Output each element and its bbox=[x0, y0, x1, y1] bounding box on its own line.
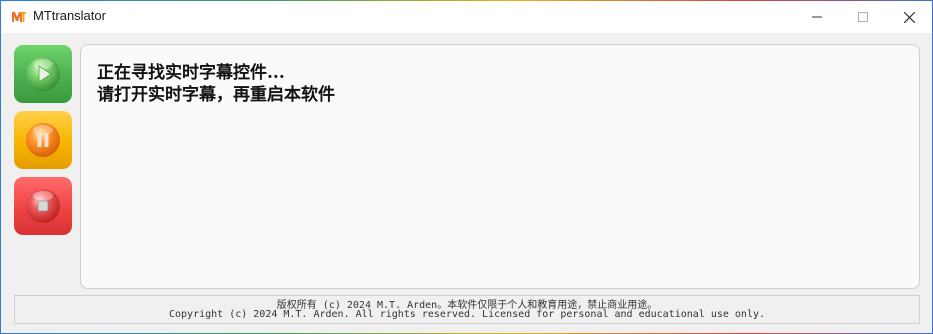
title-bar[interactable]: MTtranslator bbox=[1, 1, 932, 33]
stop-icon bbox=[26, 189, 60, 223]
copyright-english: Copyright (c) 2024 M.T. Arden. All right… bbox=[168, 309, 766, 320]
main-area: 正在寻找实时字幕控件... 请打开实时字幕，再重启本软件 版权所有 (c) 20… bbox=[1, 33, 932, 333]
status-message-instruction: 请打开实时字幕，再重启本软件 bbox=[97, 85, 335, 105]
app-window: MTtranslator 正在寻找实时字幕控件... 请打开实时字幕，再重启本软… bbox=[0, 0, 933, 334]
maximize-icon bbox=[858, 12, 868, 22]
copyright-footer: 版权所有 (c) 2024 M.T. Arden。本软件仅限于个人和教育用途，禁… bbox=[14, 295, 920, 324]
close-icon bbox=[903, 11, 915, 23]
minimize-icon bbox=[812, 16, 822, 18]
start-button[interactable] bbox=[14, 45, 72, 103]
stop-button[interactable] bbox=[14, 177, 72, 235]
close-button[interactable] bbox=[886, 1, 932, 33]
maximize-button[interactable] bbox=[840, 1, 886, 33]
caption-display: 正在寻找实时字幕控件... 请打开实时字幕，再重启本软件 bbox=[80, 44, 920, 289]
window-title: MTtranslator bbox=[33, 8, 106, 23]
mt-logo-icon bbox=[12, 12, 26, 22]
pause-button[interactable] bbox=[14, 111, 72, 169]
minimize-button[interactable] bbox=[794, 1, 840, 33]
play-icon bbox=[26, 57, 60, 91]
pause-icon bbox=[26, 123, 60, 157]
